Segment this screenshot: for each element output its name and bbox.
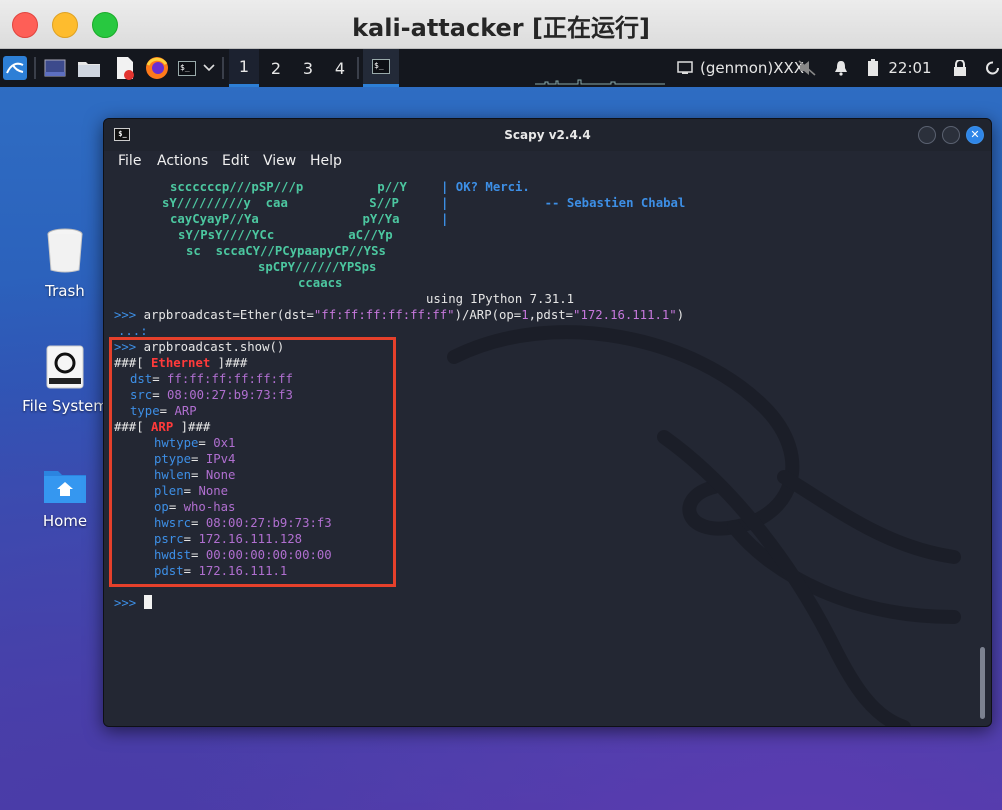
banner-line: cayCyayP//Ya pY/Ya — [170, 212, 430, 226]
banner-quote: | OK? Merci. — [441, 180, 530, 194]
terminal-screen[interactable]: sccccccp///pSP///p p//Y sY/////////y caa… — [104, 177, 979, 726]
banner-line: sY/////////y caa S//P — [162, 196, 422, 210]
lock-icon[interactable] — [951, 55, 969, 81]
terminal-icon: $_ — [372, 59, 390, 74]
terminal-titlebar[interactable]: $_ Scapy v2.4.4 ✕ — [104, 119, 991, 151]
banner-line: sccccccp///pSP///p p//Y — [170, 180, 430, 194]
display-icon[interactable] — [675, 55, 695, 81]
minimize-button[interactable] — [918, 126, 936, 144]
input-line[interactable]: >>> — [114, 595, 152, 611]
banner-line: ccaacs — [298, 276, 572, 290]
cmd-arg: 1 — [521, 308, 529, 322]
home-folder-icon — [44, 471, 86, 503]
panel-separator — [222, 57, 224, 79]
kali-dragon-logo — [447, 325, 961, 726]
firefox-icon[interactable] — [144, 55, 170, 81]
desktop-icon-file-system[interactable]: File System — [20, 345, 110, 415]
banner-quote: | -- Sebastien Chabal — [441, 196, 686, 210]
taskbar-terminal-button[interactable]: $_ — [363, 49, 399, 87]
kali-menu-icon[interactable] — [2, 55, 28, 81]
cmd-arg: "172.16.111.1" — [573, 308, 677, 322]
battery-icon[interactable] — [864, 55, 882, 81]
close-button[interactable]: ✕ — [966, 126, 984, 144]
notifications-bell-icon[interactable] — [831, 55, 851, 81]
workspace-1[interactable]: 1 — [229, 49, 259, 87]
prompt: >>> — [114, 596, 137, 610]
host-window-title: kali-attacker [正在运行] — [352, 14, 650, 42]
panel-separator — [34, 57, 36, 79]
desktop-icon-label: File System — [22, 397, 108, 415]
workspace-2[interactable]: 2 — [261, 49, 291, 87]
cmd-text: ,pdst= — [528, 308, 574, 322]
logout-icon[interactable] — [984, 55, 1002, 81]
text-cursor — [143, 595, 152, 609]
volume-muted-icon[interactable] — [797, 55, 817, 81]
menu-view[interactable]: View — [263, 153, 296, 169]
chevron-down-icon[interactable] — [201, 55, 217, 81]
top-panel: $_ 1 2 3 4 $_ (genmon)XXX 22:01 — [0, 49, 1002, 87]
menu-edit[interactable]: Edit — [222, 153, 249, 169]
clock[interactable]: 22:01 — [887, 55, 933, 81]
panel-separator — [357, 57, 359, 79]
terminal-window[interactable]: $_ Scapy v2.4.4 ✕ File Actions Edit View… — [103, 118, 992, 727]
terminal-menubar: File Actions Edit View Help — [104, 151, 991, 177]
text-editor-icon[interactable] — [112, 55, 138, 81]
desktop-icon-label: Home — [42, 512, 88, 530]
cmd-text: )/ARP(op= — [454, 308, 522, 322]
trash-icon — [47, 228, 83, 273]
desktop-icon-home[interactable]: Home — [20, 466, 110, 530]
workspace-3[interactable]: 3 — [293, 49, 323, 87]
host-titlebar: kali-attacker [正在运行] — [0, 0, 1002, 49]
terminal-title: Scapy v2.4.4 — [504, 128, 591, 142]
file-manager-icon[interactable] — [76, 55, 102, 81]
cmd-arg: "ff:ff:ff:ff:ff:ff" — [313, 308, 455, 322]
menu-help[interactable]: Help — [310, 153, 342, 169]
maximize-button[interactable] — [942, 126, 960, 144]
command-line: >>> arpbroadcast=Ether(dst="ff:ff:ff:ff:… — [114, 307, 684, 323]
ipython-version: using IPython 7.31.1 — [426, 292, 575, 306]
banner-line: sc sccaCY//PCypaapyCP//YSs — [186, 244, 446, 258]
banner-line: sY/PsY////YCc aC//Yp — [178, 228, 430, 242]
menu-file[interactable]: File — [118, 153, 141, 169]
terminal-launcher-icon[interactable]: $_ — [175, 55, 199, 81]
prompt: >>> — [114, 308, 137, 322]
close-icon: ✕ — [970, 128, 980, 141]
menu-actions[interactable]: Actions — [157, 153, 208, 169]
terminal-icon: $_ — [114, 128, 130, 141]
desktop-icon-trash[interactable]: Trash — [20, 228, 110, 300]
cmd-text: ) — [676, 308, 685, 322]
workspace-4[interactable]: 4 — [325, 49, 355, 87]
genmon-label: (genmon)XXX — [700, 59, 805, 77]
cpu-graph — [535, 79, 665, 85]
cmd-text: arpbroadcast=Ether(dst= — [143, 308, 314, 322]
show-desktop-icon[interactable] — [42, 55, 68, 81]
banner-quote: | — [441, 212, 449, 226]
banner-line: spCPY//////YPSps — [258, 260, 525, 274]
red-highlight-box — [109, 337, 396, 587]
drive-icon — [46, 345, 84, 389]
desktop-icon-label: Trash — [45, 282, 85, 300]
terminal-scrollbar[interactable] — [980, 647, 985, 719]
